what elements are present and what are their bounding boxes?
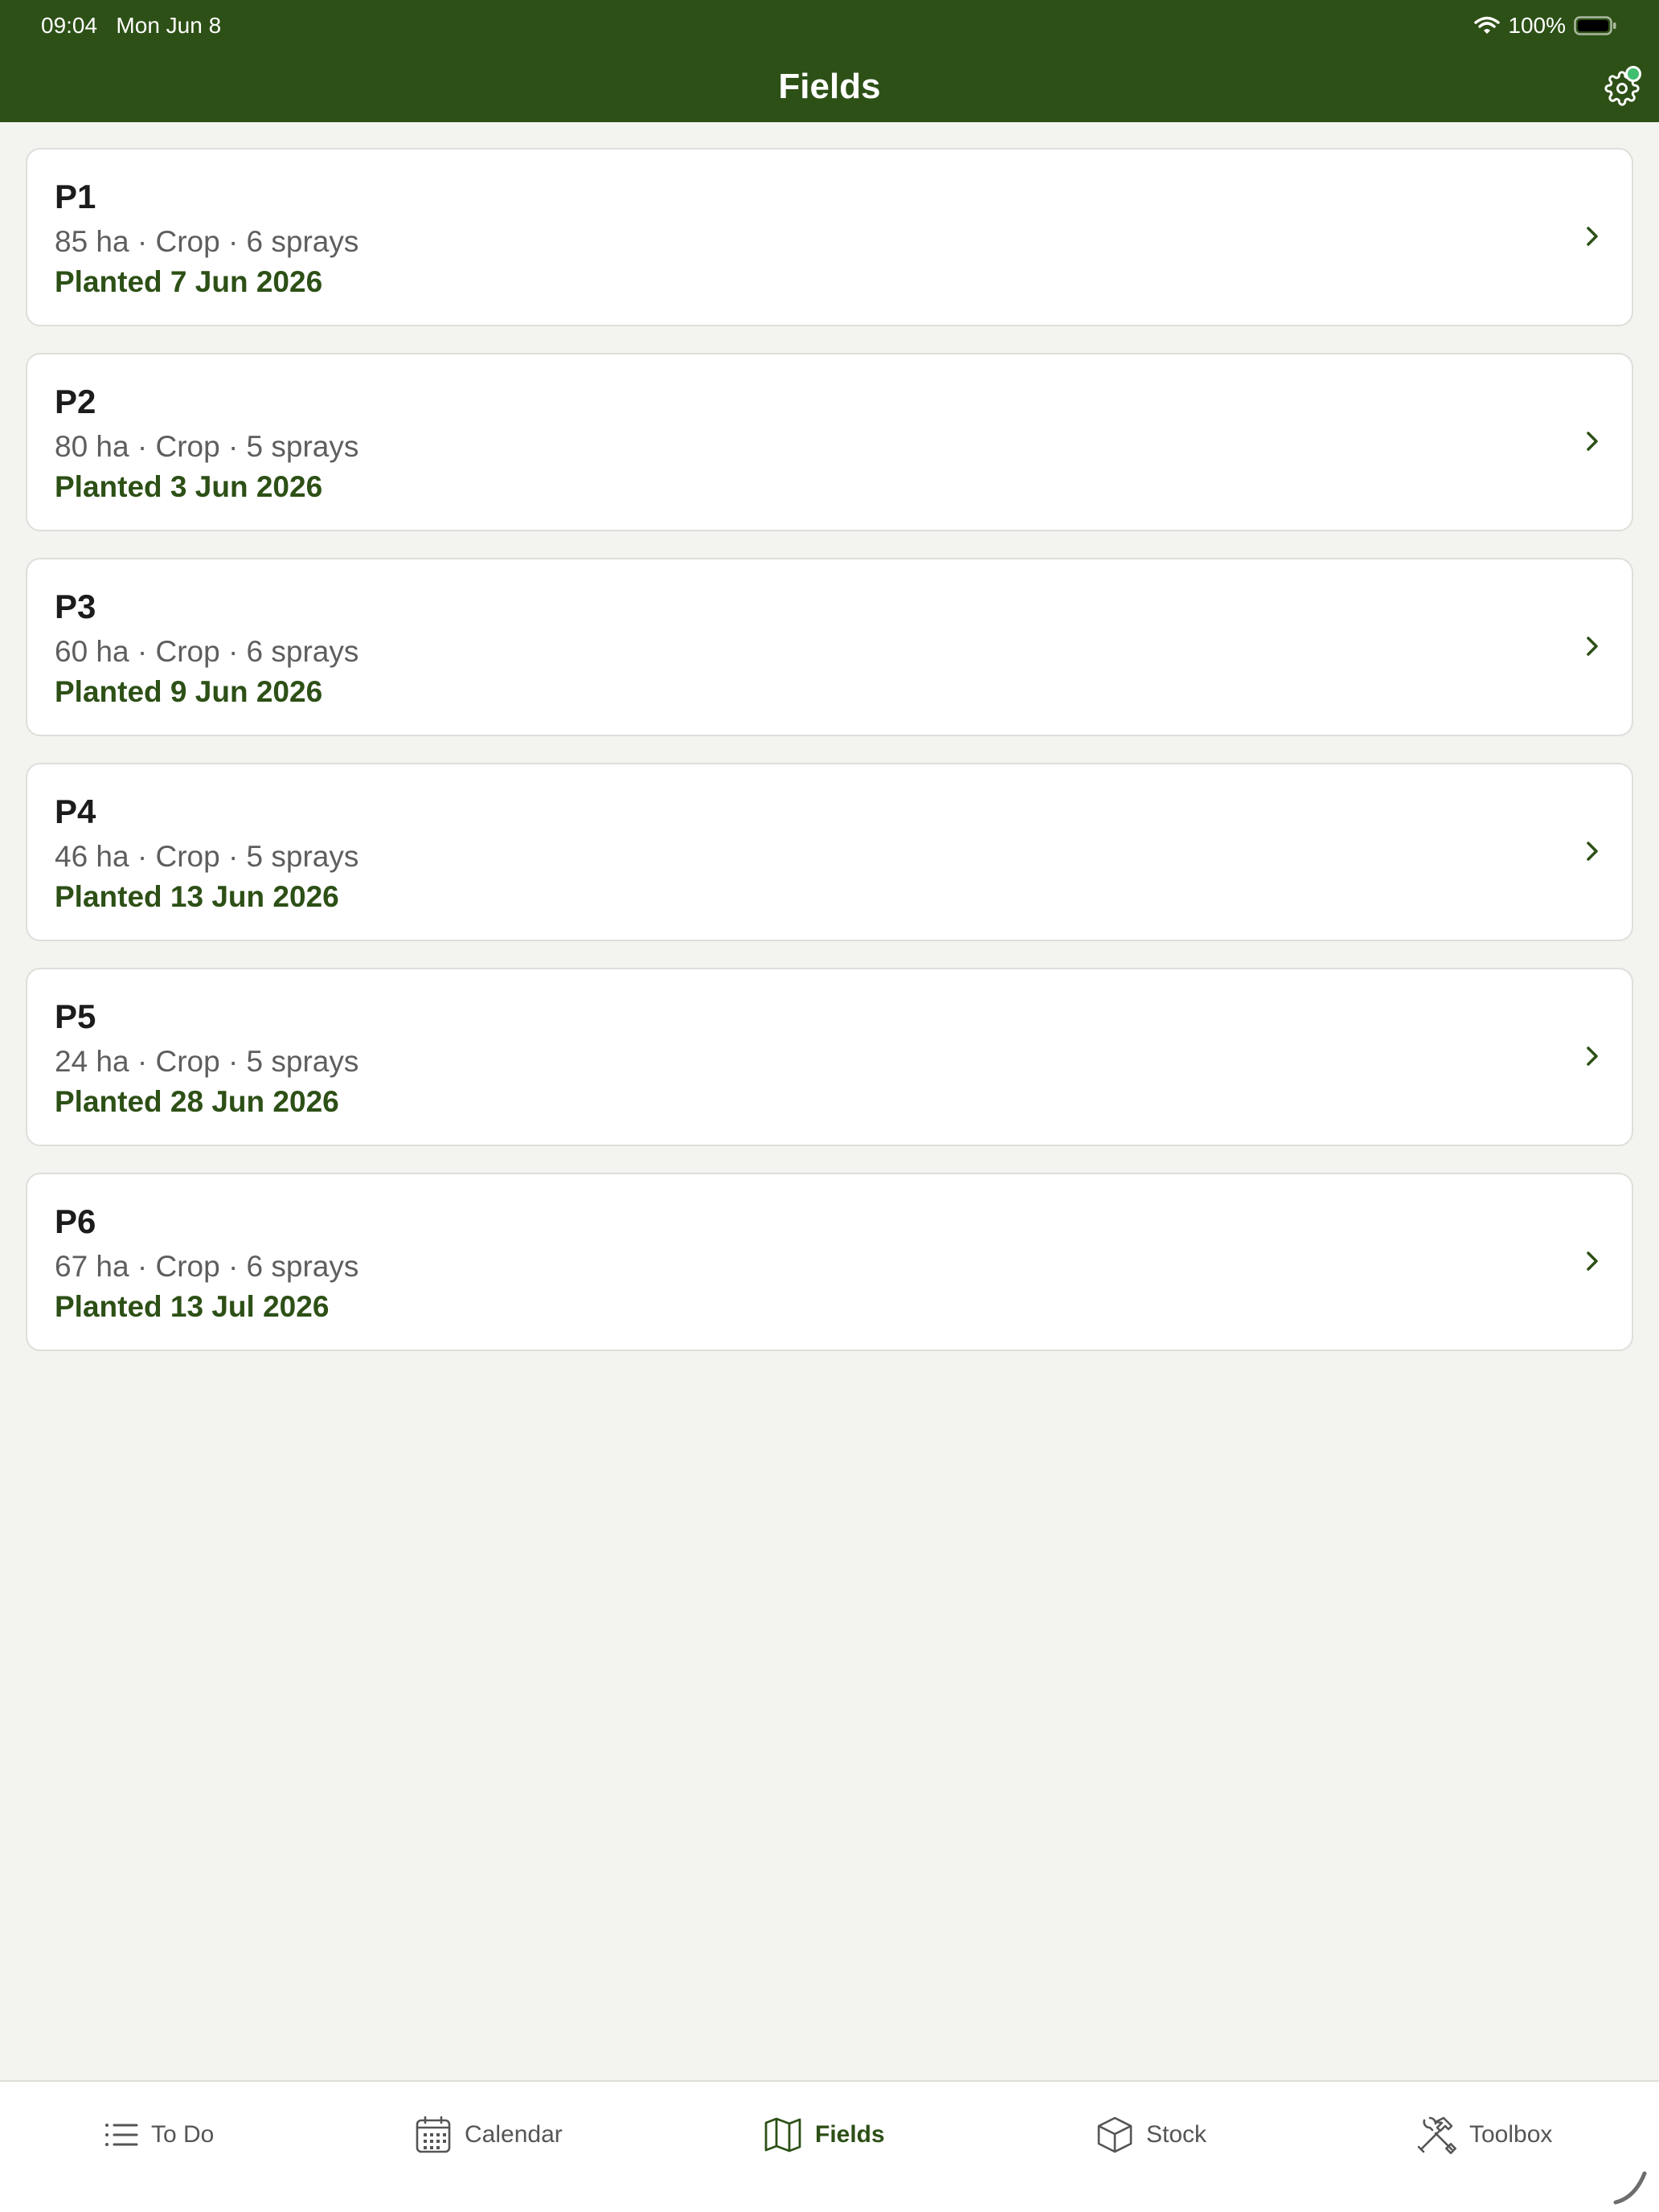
field-card-p3[interactable]: P3 60 ha · Crop · 6 sprays Planted 9 Jun… xyxy=(26,558,1633,736)
field-card-p4[interactable]: P4 46 ha · Crop · 5 sprays Planted 13 Ju… xyxy=(26,763,1633,941)
chevron-right-icon xyxy=(1587,432,1598,451)
field-card-p2[interactable]: P2 80 ha · Crop · 5 sprays Planted 3 Jun… xyxy=(26,353,1633,531)
tab-to-do[interactable]: To Do xyxy=(103,2111,214,2159)
app-header: 09:04 Mon Jun 8 100% Fields xyxy=(0,0,1659,122)
home-indicator xyxy=(1613,2171,1647,2205)
tab-label: Stock xyxy=(1146,2121,1207,2148)
field-name: P3 xyxy=(55,588,96,625)
tab-label: Calendar xyxy=(465,2121,563,2148)
chevron-right-icon xyxy=(1587,1251,1598,1271)
field-list: P1 85 ha · Crop · 6 sprays Planted 7 Jun… xyxy=(26,148,1633,1378)
field-planted-date: Planted 13 Jul 2026 xyxy=(55,1290,330,1323)
field-name: P6 xyxy=(55,1202,96,1240)
battery-percent: 100% xyxy=(1508,13,1566,38)
field-name: P5 xyxy=(55,997,96,1035)
chevron-right-icon xyxy=(1587,637,1598,656)
list-icon xyxy=(105,2124,138,2146)
tab-stock[interactable]: Stock xyxy=(1096,2111,1206,2159)
field-card-p5[interactable]: P5 24 ha · Crop · 5 sprays Planted 28 Ju… xyxy=(26,968,1633,1146)
field-card-p6[interactable]: P6 67 ha · Crop · 6 sprays Planted 13 Ju… xyxy=(26,1173,1633,1351)
field-planted-date: Planted 13 Jun 2026 xyxy=(55,880,339,913)
calendar-icon xyxy=(416,2116,451,2153)
chevron-right-icon xyxy=(1587,1047,1598,1066)
settings-button[interactable] xyxy=(1600,66,1645,111)
tab-bar: To Do Calendar Fields Stock Toolbox xyxy=(0,2080,1659,2212)
tab-toolbox[interactable]: Toolbox xyxy=(1416,2111,1552,2159)
box-icon xyxy=(1097,2116,1133,2153)
chevron-right-icon xyxy=(1587,842,1598,861)
field-name: P1 xyxy=(55,178,96,215)
field-details: 85 ha · Crop · 6 sprays xyxy=(55,225,359,258)
notification-dot xyxy=(1625,66,1641,82)
field-details: 80 ha · Crop · 5 sprays xyxy=(55,430,359,463)
wifi-icon xyxy=(1474,16,1501,35)
field-planted-date: Planted 28 Jun 2026 xyxy=(55,1085,339,1118)
field-planted-date: Planted 9 Jun 2026 xyxy=(55,675,323,708)
field-details: 67 ha · Crop · 6 sprays xyxy=(55,1250,359,1283)
tab-fields[interactable]: Fields xyxy=(764,2111,885,2159)
field-name: P2 xyxy=(55,383,96,420)
tab-label: Toolbox xyxy=(1469,2121,1553,2148)
field-planted-date: Planted 3 Jun 2026 xyxy=(55,470,323,503)
field-details: 46 ha · Crop · 5 sprays xyxy=(55,840,359,873)
field-card-p1[interactable]: P1 85 ha · Crop · 6 sprays Planted 7 Jun… xyxy=(26,148,1633,326)
status-bar-time: 09:04 Mon Jun 8 xyxy=(41,11,221,40)
status-time: 09:04 xyxy=(41,13,98,38)
status-bar-indicators: 100% xyxy=(1474,11,1617,40)
field-details: 60 ha · Crop · 6 sprays xyxy=(55,635,359,668)
map-icon xyxy=(764,2117,801,2153)
field-name: P4 xyxy=(55,793,96,830)
tab-label: To Do xyxy=(151,2121,215,2148)
tab-calendar[interactable]: Calendar xyxy=(415,2111,563,2159)
tab-label: Fields xyxy=(815,2121,885,2148)
tools-icon xyxy=(1417,2116,1456,2154)
battery-icon xyxy=(1574,15,1617,36)
status-date: Mon Jun 8 xyxy=(116,13,222,38)
chevron-right-icon xyxy=(1587,227,1598,246)
page-title: Fields xyxy=(778,67,881,106)
field-details: 24 ha · Crop · 5 sprays xyxy=(55,1045,359,1078)
field-planted-date: Planted 7 Jun 2026 xyxy=(55,265,323,298)
